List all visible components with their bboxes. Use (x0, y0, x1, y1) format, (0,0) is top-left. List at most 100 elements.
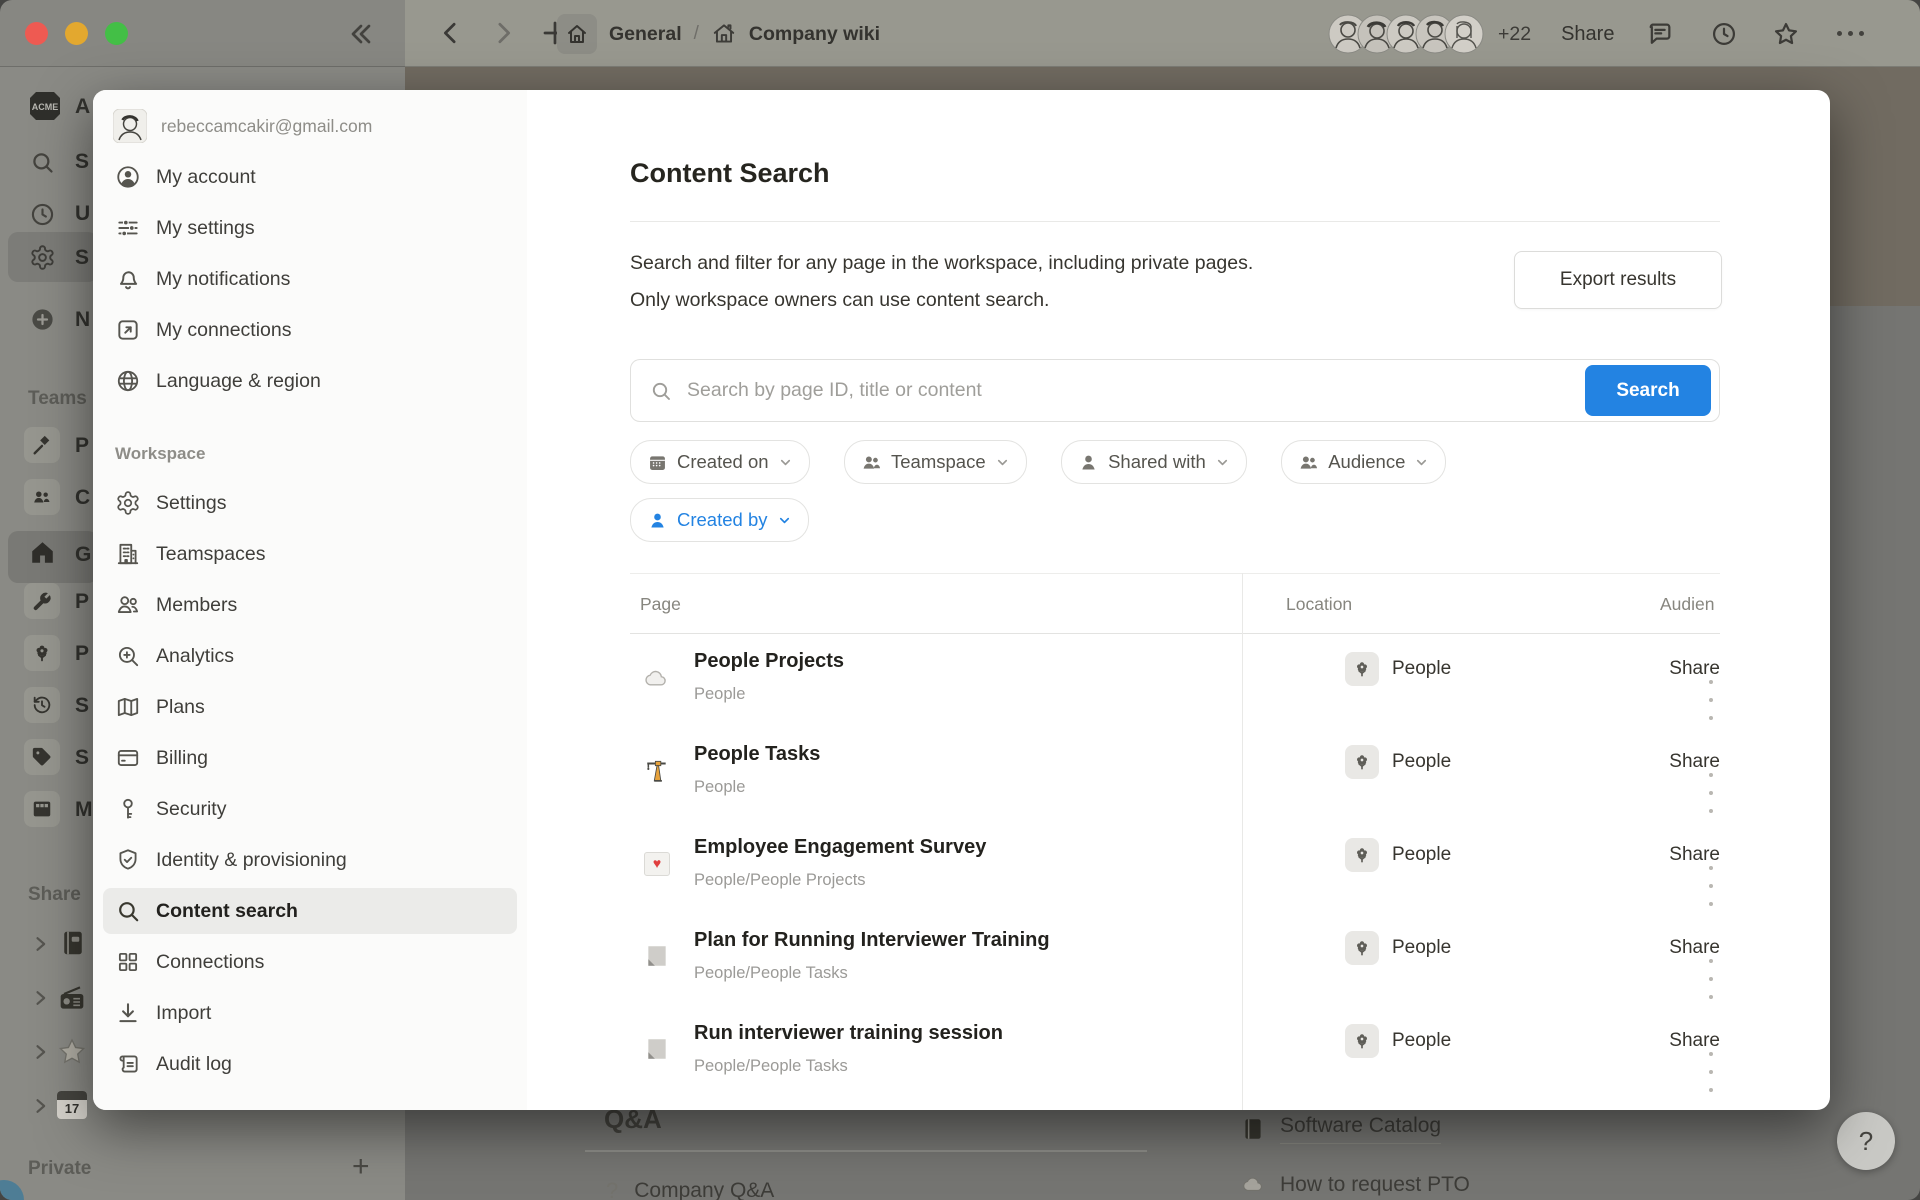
calendar-page-icon[interactable]: 17 (57, 1091, 87, 1119)
share-button[interactable]: Share (1561, 23, 1614, 46)
menu-item-content-search[interactable]: Content search (103, 888, 517, 934)
teamspace-label[interactable]: P (75, 434, 89, 458)
filter-created-by-active[interactable]: Created by (630, 498, 839, 542)
expand-chevron-icon[interactable] (30, 1042, 50, 1067)
comments-icon[interactable] (1646, 20, 1674, 48)
radio-page-icon[interactable] (56, 982, 88, 1019)
company-qa-link[interactable]: ? Company Q&A (606, 1178, 774, 1200)
notebook-page-icon[interactable] (58, 928, 88, 963)
breadcrumb-workspace[interactable]: General (609, 23, 682, 46)
menu-item-import[interactable]: Import (103, 990, 517, 1036)
software-catalog-link[interactable]: Software Catalog (1240, 1114, 1441, 1144)
filter-shared-with[interactable]: Shared with (1061, 440, 1247, 484)
menu-item-my-account[interactable]: My account (103, 154, 517, 200)
table-row[interactable]: Run interviewer training session People/… (630, 1005, 1720, 1098)
table-row[interactable]: ♥ Employee Engagement Survey People/Peop… (630, 819, 1720, 912)
breadcrumb-page[interactable]: Company wiki (749, 23, 880, 46)
home-button[interactable] (557, 14, 597, 54)
teamspace-board-icon[interactable] (24, 791, 60, 827)
workspace-name[interactable]: A (75, 95, 90, 119)
sidebar-updates-icon[interactable] (29, 201, 56, 233)
teamspace-flower-icon[interactable] (24, 635, 60, 671)
collapse-sidebar-icon[interactable] (345, 18, 377, 55)
expand-chevron-icon[interactable] (30, 934, 50, 959)
scroll-icon (115, 1051, 141, 1077)
sidebar-settings-icon[interactable] (29, 244, 56, 276)
menu-item-analytics[interactable]: Analytics (103, 633, 517, 679)
teamspace-label[interactable]: M (75, 798, 93, 822)
teamspace-label[interactable]: S (75, 694, 89, 718)
sidebar-item-label[interactable]: N (75, 308, 90, 332)
teamspace-wrench-icon[interactable] (24, 583, 60, 619)
row-more-options-icon[interactable] (1707, 952, 1720, 1006)
column-header-audience[interactable]: Audien (1660, 594, 1720, 615)
teamspace-home-icon[interactable] (28, 538, 57, 572)
sidebar-item-label[interactable]: S (75, 246, 89, 270)
search-plus-icon (115, 643, 141, 669)
filter-audience[interactable]: Audience (1281, 440, 1446, 484)
row-more-options-icon[interactable] (1707, 673, 1720, 727)
teamspace-people-icon[interactable] (24, 479, 60, 515)
request-pto-link[interactable]: How to request PTO (1240, 1172, 1470, 1198)
menu-item-my-notifications[interactable]: My notifications (103, 256, 517, 302)
sidebar-item-label[interactable]: S (75, 150, 89, 174)
expand-chevron-icon[interactable] (30, 1096, 50, 1121)
private-section-label[interactable]: Private (28, 1158, 91, 1180)
menu-item-plans[interactable]: Plans (103, 684, 517, 730)
teamspace-label[interactable]: P (75, 590, 89, 614)
sidebar-new-page-icon[interactable] (29, 306, 56, 338)
row-more-options-icon[interactable] (1707, 766, 1720, 820)
favorite-star-icon[interactable] (1772, 20, 1800, 48)
teamspace-history-icon[interactable] (24, 687, 60, 723)
teamspace-hammer-icon[interactable] (24, 427, 60, 463)
export-results-button[interactable]: Export results (1514, 251, 1722, 309)
menu-item-identity-provisioning[interactable]: Identity & provisioning (103, 837, 517, 883)
teamspace-label[interactable]: S (75, 746, 89, 770)
teams-section-label[interactable]: Teams (28, 388, 87, 410)
search-button[interactable]: Search (1585, 365, 1711, 416)
column-header-location[interactable]: Location (1286, 594, 1352, 615)
star-page-icon[interactable] (56, 1036, 88, 1073)
search-input[interactable] (685, 378, 1585, 403)
menu-item-my-connections[interactable]: My connections (103, 307, 517, 353)
minimize-window-button[interactable] (65, 22, 88, 45)
sidebar-item-label[interactable]: U (75, 202, 90, 226)
row-location: People (1345, 931, 1451, 965)
avatar-stack[interactable] (1328, 14, 1484, 54)
menu-item-teamspaces[interactable]: Teamspaces (103, 531, 517, 577)
table-row[interactable]: People Tasks People (630, 726, 1720, 819)
zoom-window-button[interactable] (105, 22, 128, 45)
updates-clock-icon[interactable] (1710, 20, 1738, 48)
menu-item-billing[interactable]: Billing (103, 735, 517, 781)
workspace-logo[interactable]: ACME (26, 87, 64, 125)
teamspace-label[interactable]: P (75, 642, 89, 666)
shared-section-label[interactable]: Share (28, 884, 81, 906)
filter-created-on[interactable]: Created on (630, 440, 810, 484)
back-icon[interactable] (436, 18, 466, 48)
menu-item-members[interactable]: Members (103, 582, 517, 628)
avatar-overflow-count[interactable]: +22 (1498, 23, 1531, 46)
table-row[interactable]: People Projects People (630, 633, 1720, 726)
menu-item-connections[interactable]: Connections (103, 939, 517, 985)
menu-item-my-settings[interactable]: My settings (103, 205, 517, 251)
table-row[interactable]: Plan for Running Interviewer Training Pe… (630, 912, 1720, 1005)
row-more-options-icon[interactable] (1707, 859, 1720, 913)
menu-item-language-region[interactable]: Language & region (103, 358, 517, 404)
forward-icon[interactable] (488, 18, 518, 48)
menu-item-settings[interactable]: Settings (103, 480, 517, 526)
filter-teamspace[interactable]: Teamspace (844, 440, 1027, 484)
row-more-options-icon[interactable] (1707, 1045, 1720, 1099)
add-private-page-icon[interactable]: + (352, 1150, 370, 1184)
menu-item-security[interactable]: Security (103, 786, 517, 832)
help-button[interactable]: ? (1837, 1112, 1895, 1170)
more-options-icon[interactable] (1834, 25, 1867, 43)
sidebar-search-icon[interactable] (29, 149, 56, 181)
teamspace-label[interactable]: G (75, 543, 91, 567)
menu-item-audit-log[interactable]: Audit log (103, 1041, 517, 1087)
expand-chevron-icon[interactable] (30, 988, 50, 1013)
close-window-button[interactable] (25, 22, 48, 45)
teamspace-label[interactable]: C (75, 486, 90, 510)
qa-divider (585, 1150, 1147, 1152)
column-header-page[interactable]: Page (640, 594, 681, 615)
teamspace-tag-icon[interactable] (24, 739, 60, 775)
